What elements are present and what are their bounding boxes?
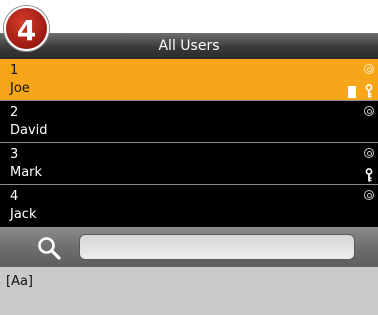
user-name: Jack xyxy=(10,207,37,222)
user-id: 2 xyxy=(10,105,19,120)
user-row[interactable]: 4 Jack xyxy=(0,185,378,227)
fingerprint-icon xyxy=(364,190,374,200)
fingerprint-icon xyxy=(364,106,374,116)
user-row[interactable]: 1 Joe xyxy=(0,59,378,101)
page-title: All Users xyxy=(158,38,220,54)
user-name: David xyxy=(10,123,48,138)
key-icon xyxy=(365,168,373,182)
user-name: Joe xyxy=(10,81,30,96)
search-input[interactable] xyxy=(79,234,355,260)
search-bar xyxy=(0,227,378,267)
user-row[interactable]: 3 Mark xyxy=(0,143,378,185)
card-icon xyxy=(348,86,356,98)
fingerprint-icon xyxy=(364,148,374,158)
title-bar: All Users xyxy=(0,33,378,59)
user-id: 4 xyxy=(10,189,19,204)
fingerprint-icon xyxy=(364,64,374,74)
input-method-panel: [Aa] xyxy=(0,267,378,315)
user-id: 1 xyxy=(10,63,19,78)
search-icon[interactable] xyxy=(36,235,62,261)
step-number-badge: 4 xyxy=(4,6,49,51)
user-name: Mark xyxy=(10,165,43,180)
user-id: 3 xyxy=(10,147,19,162)
user-row[interactable]: 2 David xyxy=(0,101,378,143)
user-list[interactable]: 1 Joe 2 David 3 Mark 4 Jack xyxy=(0,59,378,227)
input-mode-indicator[interactable]: [Aa] xyxy=(6,274,33,289)
key-icon xyxy=(365,84,373,98)
